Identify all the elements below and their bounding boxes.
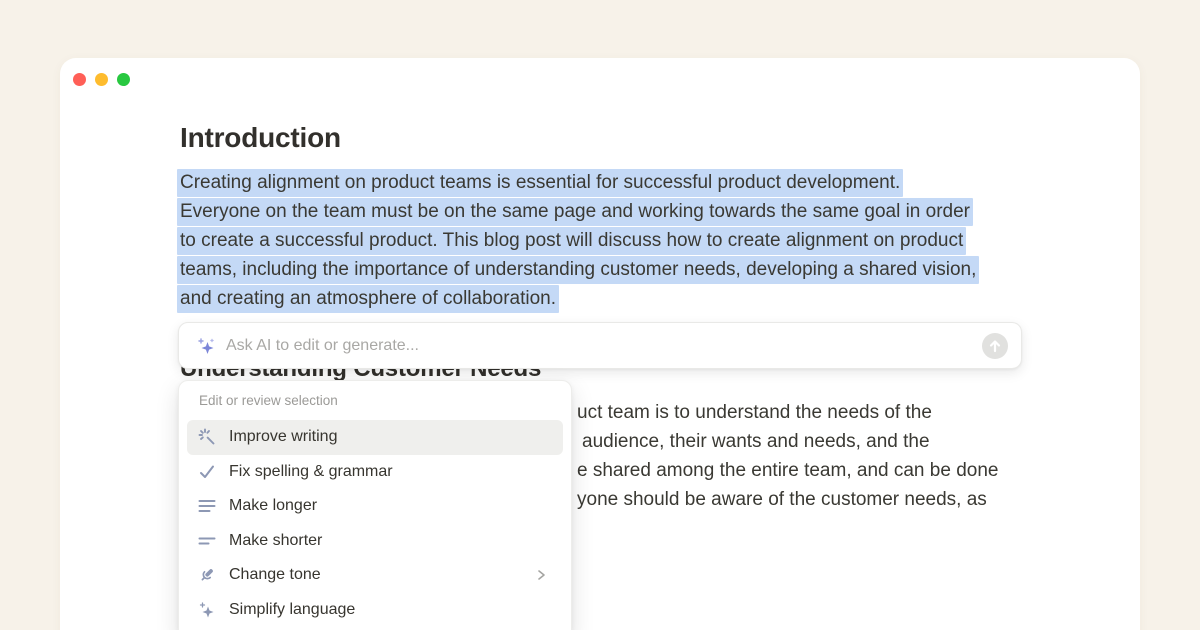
menu-item-label: Improve writing [229,428,337,446]
menu-item-label: Change tone [229,566,321,584]
chevron-right-icon [535,569,547,581]
menu-item-label: Fix spelling & grammar [229,463,393,481]
paragraph-fragment[interactable]: e shared among the entire team, and can … [577,460,998,481]
menu-item-label: Make longer [229,497,317,515]
menu-item-improve-writing[interactable]: Improve writing [187,420,563,455]
ask-ai-text-input[interactable] [226,337,972,355]
menu-item-simplify-language[interactable]: Simplify language [187,593,563,628]
menu-section-label: Edit or review selection [199,394,551,408]
sparkle-icon [197,600,217,620]
close-window-button[interactable] [73,73,86,86]
selected-text-line[interactable]: Everyone on the team must be on the same… [177,198,973,226]
menu-item-make-longer[interactable]: Make longer [187,489,563,524]
microphone-icon [197,565,217,585]
ask-ai-input-bar[interactable] [178,322,1022,369]
make-shorter-lines-icon [197,531,217,551]
window-controls [73,73,130,86]
ai-edit-menu: Edit or review selection Improve writing… [178,380,572,630]
improve-writing-icon [197,427,217,447]
zoom-window-button[interactable] [117,73,130,86]
check-icon [197,462,217,482]
selected-text-line[interactable]: and creating an atmosphere of collaborat… [177,285,559,313]
submit-ai-prompt-button[interactable] [982,333,1008,359]
menu-item-label: Make shorter [229,532,322,550]
arrow-up-icon [988,339,1002,353]
menu-item-fix-spelling-grammar[interactable]: Fix spelling & grammar [187,455,563,490]
document-heading-introduction[interactable]: Introduction [180,122,341,154]
ai-sparkle-icon [196,336,216,356]
menu-item-label: Simplify language [229,601,355,619]
selected-text-line[interactable]: to create a successful product. This blo… [177,227,966,255]
paragraph-fragment[interactable]: yone should be aware of the customer nee… [577,489,987,510]
paragraph-fragment[interactable]: uct team is to understand the needs of t… [577,402,932,423]
menu-item-make-shorter[interactable]: Make shorter [187,524,563,559]
selected-text-line[interactable]: Creating alignment on product teams is e… [177,169,903,197]
selected-paragraph[interactable]: Creating alignment on product teams is e… [177,169,979,314]
menu-item-change-tone[interactable]: Change tone [187,558,563,593]
minimize-window-button[interactable] [95,73,108,86]
selected-text-line[interactable]: teams, including the importance of under… [177,256,979,284]
paragraph-fragment[interactable]: audience, their wants and needs, and the [582,431,930,452]
make-longer-lines-icon [197,496,217,516]
